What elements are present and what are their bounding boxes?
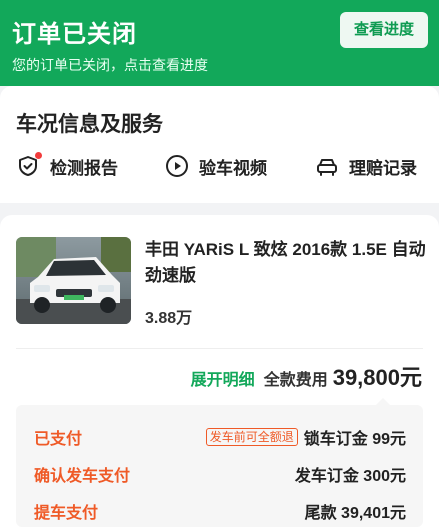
total-cost-row: 展开明细 全款费用 39,800元 [191, 360, 422, 392]
pointer-arrow [376, 398, 390, 405]
play-video-icon [165, 154, 189, 178]
vehicle-info-title: 车况信息及服务 [16, 113, 163, 136]
payment-status: 确认发车支付 [34, 468, 131, 485]
claim-record-link[interactable]: 理赔记录 [315, 152, 417, 180]
order-status-subtitle: 您的订单已关闭，点击查看进度 [12, 57, 208, 73]
claim-record-label: 理赔记录 [349, 158, 417, 178]
payment-status: 提车支付 [34, 505, 99, 522]
payment-breakdown: 已支付 发车前可全额退 锁车订金 99元 确认发车支付 发车订金 300元 提车… [16, 398, 423, 527]
total-cost-value: 39,800元 [332, 365, 422, 390]
payment-item: 尾款 39,401元 [304, 505, 406, 522]
expand-details-link[interactable]: 展开明细 [191, 366, 255, 390]
payment-status: 已支付 [34, 431, 83, 448]
divider [16, 348, 423, 349]
vehicle-info-card: 车况信息及服务 检测报告 验车视频 理赔记录 [0, 86, 439, 203]
payment-item: 发车订金 300元 [294, 468, 406, 485]
car-claim-icon [315, 154, 339, 178]
inspection-video-link[interactable]: 验车视频 [165, 152, 267, 180]
order-detail-card: 丰田 YARiS L 致炫 2016款 1.5E 自动劲速版 3.88万 展开明… [0, 215, 439, 527]
inspection-video-label: 验车视频 [199, 158, 267, 178]
refund-badge: 发车前可全额退 [205, 428, 298, 446]
notification-dot [35, 152, 42, 159]
car-thumbnail[interactable] [16, 237, 131, 324]
inspection-report-link[interactable]: 检测报告 [16, 152, 118, 180]
inspection-report-label: 检测报告 [50, 158, 118, 178]
payment-row: 确认发车支付 发车订金 300元 [16, 458, 423, 486]
payment-item: 锁车订金 99元 [303, 431, 406, 448]
total-cost-label: 全款费用 [263, 372, 328, 389]
view-progress-button[interactable]: 查看进度 [340, 12, 428, 48]
payment-row: 提车支付 尾款 39,401元 [16, 495, 423, 523]
payment-row: 已支付 发车前可全额退 锁车订金 99元 [16, 421, 423, 449]
car-model-name[interactable]: 丰田 YARiS L 致炫 2016款 1.5E 自动劲速版 [145, 237, 430, 289]
order-status-header[interactable]: 订单已关闭 您的订单已关闭，点击查看进度 查看进度 [0, 0, 439, 86]
inspection-report-icon [16, 152, 42, 178]
car-mileage: 3.88万 [145, 310, 193, 327]
order-status-title: 订单已关闭 [12, 21, 137, 48]
